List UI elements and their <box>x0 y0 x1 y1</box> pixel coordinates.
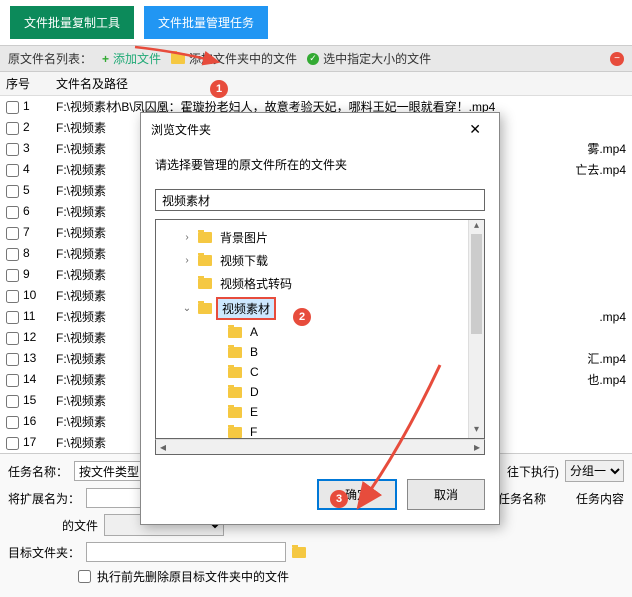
row-checkbox[interactable] <box>6 101 19 114</box>
delete-first-checkbox[interactable] <box>78 570 91 583</box>
col-task-name: 任务名称 <box>498 490 546 507</box>
tree-scroll-vertical[interactable]: ▴▾ <box>468 220 484 438</box>
check-icon: ✓ <box>307 53 319 65</box>
row-checkbox[interactable] <box>6 164 19 177</box>
file-toolbar: 原文件名列表： + 添加文件 添加文件夹中的文件 ✓ 选中指定大小的文件 − <box>0 45 632 72</box>
row-checkbox[interactable] <box>6 311 19 324</box>
row-checkbox[interactable] <box>6 227 19 240</box>
file-label: 的文件 <box>8 517 98 534</box>
row-checkbox[interactable] <box>6 374 19 387</box>
next-label: 往下执行) <box>507 463 559 480</box>
folder-icon <box>228 347 242 358</box>
folder-icon <box>228 427 242 438</box>
tree-item[interactable]: ›背景图片 <box>160 226 480 249</box>
dialog-close-button[interactable]: ✕ <box>461 119 489 140</box>
folder-icon <box>198 278 212 289</box>
row-checkbox[interactable] <box>6 185 19 198</box>
tree-item[interactable]: 视频格式转码 <box>160 272 480 295</box>
dialog-title: 浏览文件夹 <box>151 121 211 138</box>
target-input[interactable] <box>86 542 286 562</box>
folder-icon <box>198 303 212 314</box>
folder-icon <box>198 255 212 266</box>
tab-copy-tool[interactable]: 文件批量复制工具 <box>10 6 134 39</box>
select-size-button[interactable]: ✓ 选中指定大小的文件 <box>307 50 431 67</box>
row-checkbox[interactable] <box>6 437 19 450</box>
delete-first-label: 执行前先删除原目标文件夹中的文件 <box>97 568 289 585</box>
row-checkbox[interactable] <box>6 248 19 261</box>
group-select[interactable]: 分组一 <box>565 460 624 482</box>
target-label: 目标文件夹： <box>8 544 80 561</box>
row-checkbox[interactable] <box>6 332 19 345</box>
remove-icon[interactable]: − <box>610 52 624 66</box>
row-checkbox[interactable] <box>6 290 19 303</box>
tree-item[interactable]: ›视频下载 <box>160 249 480 272</box>
list-label: 原文件名列表： <box>8 50 92 67</box>
folder-icon <box>228 327 242 338</box>
folder-icon <box>228 387 242 398</box>
task-name-label: 任务名称： <box>8 463 68 480</box>
row-checkbox[interactable] <box>6 143 19 156</box>
tree-item[interactable]: B <box>160 342 480 362</box>
row-checkbox[interactable] <box>6 206 19 219</box>
col-seq: 序号 <box>0 72 50 96</box>
plus-icon: + <box>102 52 109 66</box>
ext-label: 将扩展名为： <box>8 490 80 507</box>
row-checkbox[interactable] <box>6 269 19 282</box>
row-checkbox[interactable] <box>6 122 19 135</box>
dialog-message: 请选择要管理的原文件所在的文件夹 <box>155 156 485 173</box>
tree-item[interactable]: ⌄视频素材 <box>160 295 480 322</box>
folder-path-input[interactable] <box>155 189 485 211</box>
col-task-content: 任务内容 <box>576 490 624 507</box>
folder-icon <box>198 232 212 243</box>
col-path: 文件名及路径 <box>50 72 569 96</box>
folder-icon <box>228 407 242 418</box>
browse-folder-icon[interactable] <box>292 547 306 558</box>
tree-item[interactable]: A <box>160 322 480 342</box>
row-checkbox[interactable] <box>6 353 19 366</box>
tab-manage-task[interactable]: 文件批量管理任务 <box>144 6 268 39</box>
row-checkbox[interactable] <box>6 416 19 429</box>
folder-icon <box>228 367 242 378</box>
row-checkbox[interactable] <box>6 395 19 408</box>
